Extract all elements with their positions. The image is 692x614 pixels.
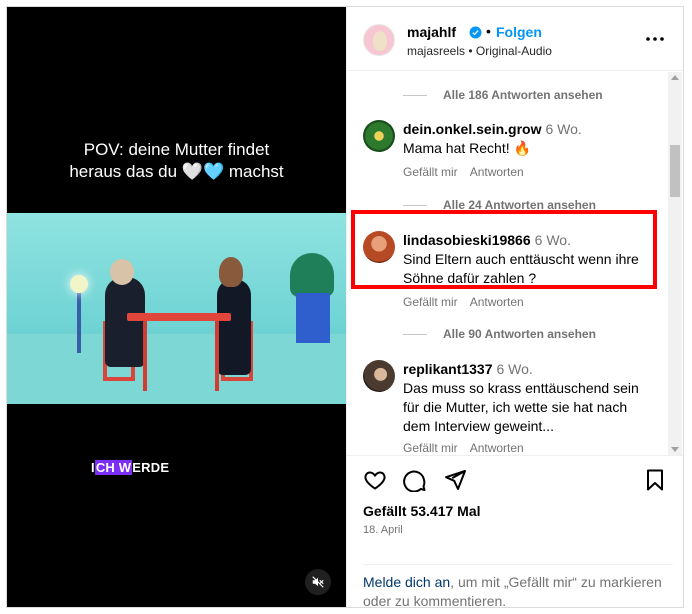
comment-actions: Gefällt mir Antworten [403,165,536,179]
scroll-down-arrow-icon[interactable] [671,447,679,452]
caption-line-2: heraus das du 🤍🩵 machst [69,162,284,181]
comment-username[interactable]: dein.onkel.sein.grow 6 Wo. [403,121,582,137]
post-date: 18. April [363,524,403,536]
comment-icon[interactable] [403,468,427,492]
video-caption: POV: deine Mutter findet heraus das du 🤍… [7,139,346,183]
table-leg [143,321,147,391]
commenter-avatar[interactable] [363,120,395,152]
scene-floor [7,334,346,404]
comment-text: Das muss so krass enttäuschend sein für … [403,380,639,434]
view-replies-button[interactable]: Alle 186 Antworten ansehen [403,88,603,102]
comment-username[interactable]: replikant1337 6 Wo. [403,361,533,377]
video-subtitle: ICH WERDE [91,460,169,475]
share-icon[interactable] [443,468,467,492]
reply-button[interactable]: Antworten [470,165,524,179]
author-avatar[interactable] [363,24,395,56]
video-scene [7,213,346,404]
table [127,313,231,321]
person-right [217,279,251,375]
like-count[interactable]: Gefällt 53.417 Mal [363,503,481,519]
comment-actions: Gefällt mir Antworten [403,295,536,309]
comment-user-label[interactable]: dein.onkel.sein.grow [403,121,541,137]
view-replies-button[interactable]: Alle 24 Antworten ansehen [403,198,596,212]
login-link[interactable]: Melde dich an [363,574,450,590]
comments-list[interactable]: Alle 186 Antworten ansehen dein.onkel.se… [347,72,683,454]
reply-button[interactable]: Antworten [470,441,524,454]
comment-timestamp: 6 Wo. [534,232,571,248]
like-comment-button[interactable]: Gefällt mir [403,295,458,309]
commenter-avatar[interactable] [363,231,395,263]
like-comment-button[interactable]: Gefällt mir [403,441,458,454]
separator-dot: • [486,23,491,39]
post-actions: Gefällt 53.417 Mal 18. April Melde dich … [347,455,683,607]
more-options-icon[interactable] [645,31,665,47]
blue-box [296,293,330,343]
login-prompt: Melde dich an, um mit „Gefällt mir“ zu m… [363,564,673,607]
comment-timestamp: 6 Wo. [496,361,533,377]
person-left-head [110,259,134,285]
follow-button[interactable]: Folgen [496,24,542,40]
scrollbar-thumb[interactable] [670,145,680,197]
comment-text: Mama hat Recht! 🔥 [403,140,531,156]
author-username[interactable]: majahlf [407,24,456,40]
scroll-up-arrow-icon[interactable] [671,75,679,80]
verified-badge-icon [469,26,482,39]
heart-icon[interactable] [363,468,387,492]
view-replies-button[interactable]: Alle 90 Antworten ansehen [403,327,596,341]
person-left [105,277,145,367]
comment-actions: Gefällt mir Antworten [403,441,536,454]
comment-user-label[interactable]: replikant1337 [403,361,493,377]
comment-timestamp: 6 Wo. [545,121,582,137]
post-sidebar: majahlf • Folgen majasreels • Original-A… [346,7,683,607]
lamp [77,283,81,353]
caption-line-1: POV: deine Mutter findet [83,140,270,159]
subtitle-text: ERDE [132,460,170,475]
post-dialog: POV: deine Mutter findet heraus das du 🤍… [6,6,684,608]
comment-username[interactable]: lindasobieski19866 6 Wo. [403,232,571,248]
lamp-bulb [70,275,88,293]
like-comment-button[interactable]: Gefällt mir [403,165,458,179]
subtitle-highlight: CH W [94,460,133,475]
reply-button[interactable]: Antworten [470,295,524,309]
reel-video[interactable]: POV: deine Mutter findet heraus das du 🤍… [7,7,346,607]
speaker-muted-icon [312,576,324,588]
post-header: majahlf • Folgen majasreels • Original-A… [347,7,683,71]
author-subline[interactable]: majasreels • Original-Audio [407,44,552,58]
comments-scrollbar[interactable] [668,72,682,455]
person-right-head [219,257,243,287]
comment-text: Sind Eltern auch enttäuscht wenn ihre Sö… [403,251,639,286]
plant [290,253,334,297]
comment-user-label[interactable]: lindasobieski19866 [403,232,531,248]
mute-button[interactable] [305,569,331,595]
bookmark-icon[interactable] [643,468,667,492]
table-leg [215,321,219,391]
commenter-avatar[interactable] [363,360,395,392]
